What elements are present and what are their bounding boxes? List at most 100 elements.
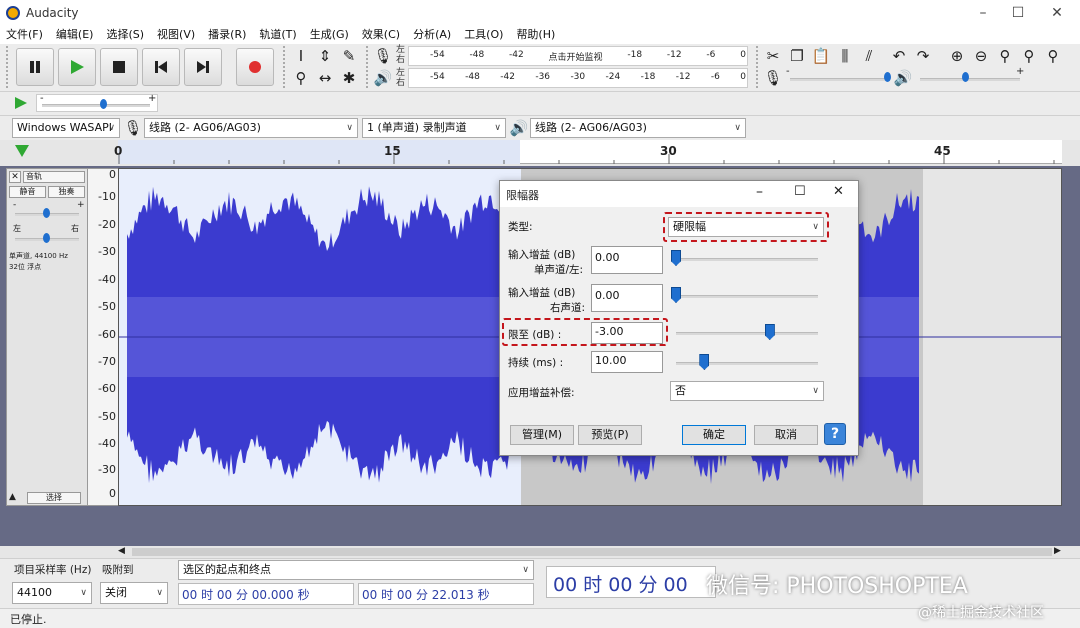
play-speed-track[interactable] (42, 104, 150, 107)
menu-effect[interactable]: 效果(C) (362, 26, 400, 44)
maximize-button[interactable]: ☐ (1001, 2, 1035, 24)
mono-left-gain-input[interactable]: 0.00 (591, 246, 663, 274)
microphone-icon[interactable]: 🎙 (372, 46, 394, 66)
manage-button[interactable]: 管理(M) (510, 425, 574, 445)
selection-start-time[interactable]: 00 时 00 分 00.000 秒 (178, 583, 354, 605)
limit-slider[interactable] (676, 332, 818, 335)
stop-button[interactable] (100, 48, 138, 86)
dialog-close-button[interactable]: ✕ (833, 184, 844, 199)
selection-tool-icon[interactable]: I (290, 46, 312, 66)
menu-transport[interactable]: 播录(R) (208, 26, 246, 44)
menu-select[interactable]: 选择(S) (106, 26, 144, 44)
edit-grip[interactable] (756, 46, 759, 88)
recording-device-select[interactable]: 线路 (2- AG06/AG03) ∨ (144, 118, 358, 138)
record-volume-thumb[interactable] (884, 72, 891, 82)
hscroll-thumb[interactable] (132, 548, 1052, 556)
right-gain-slider[interactable] (676, 295, 818, 298)
help-icon[interactable]: ? (824, 423, 846, 445)
zoom-in-icon[interactable]: ⊕ (946, 46, 968, 66)
dialog-maximize-button[interactable]: ☐ (794, 184, 806, 199)
menu-generate[interactable]: 生成(G) (310, 26, 349, 44)
play-at-speed-button[interactable] (14, 96, 28, 113)
record-volume-slider[interactable] (790, 78, 890, 81)
menu-tools[interactable]: 工具(O) (464, 26, 503, 44)
toolbar-grip[interactable] (6, 46, 9, 88)
paste-icon[interactable]: 📋 (810, 46, 832, 66)
selection-end-time[interactable]: 00 时 00 分 22.013 秒 (358, 583, 534, 605)
type-highlight-box (663, 212, 829, 242)
copy-icon[interactable]: ❐ (786, 46, 808, 66)
ok-button[interactable]: 确定 (682, 425, 746, 445)
dialog-minimize-button[interactable]: – (756, 184, 763, 200)
solo-button[interactable]: 独奏 (48, 186, 85, 198)
fit-selection-icon[interactable]: ⚲ (994, 46, 1016, 66)
multi-tool-icon[interactable]: ✱ (338, 68, 360, 88)
mono-left-gain-thumb[interactable] (671, 250, 681, 266)
track-name-menu[interactable]: 音轨 (23, 171, 85, 183)
redo-icon[interactable]: ↷ (912, 46, 934, 66)
right-gain-thumb[interactable] (671, 287, 681, 303)
menu-help[interactable]: 帮助(H) (516, 26, 555, 44)
skip-to-start-button[interactable] (142, 48, 180, 86)
timeline-options-button[interactable] (14, 144, 30, 161)
recording-channels-select[interactable]: 1 (单声道) 录制声道 ∨ (362, 118, 506, 138)
silence-icon[interactable]: ⫽ (858, 46, 880, 66)
scroll-right-icon[interactable]: ▶ (1054, 546, 1061, 556)
audio-host-select[interactable]: Windows WASAPI ∨ (12, 118, 120, 138)
hold-ms-input[interactable]: 10.00 (591, 351, 663, 373)
playback-volume-thumb[interactable] (962, 72, 969, 82)
menu-file[interactable]: 文件(F) (6, 26, 43, 44)
selection-mode-select[interactable]: 选区的起点和终点 ∨ (178, 560, 534, 580)
timeshift-tool-icon[interactable]: ↔ (314, 68, 336, 88)
timeline-ruler[interactable]: 0 15 30 45 (114, 140, 1062, 164)
audio-position-display[interactable]: 00 时 00 分 00 (546, 566, 716, 598)
snap-to-select[interactable]: 关闭 ∨ (100, 582, 168, 604)
meter-grip[interactable] (366, 46, 369, 88)
undo-icon[interactable]: ↶ (888, 46, 910, 66)
db-label: -60 (98, 382, 116, 395)
mute-button[interactable]: 静音 (9, 186, 46, 198)
play-speed-slider-box[interactable] (36, 94, 158, 112)
minimize-button[interactable]: – (966, 2, 1000, 24)
triangle-down-icon (15, 145, 29, 157)
trim-icon[interactable]: ⫼ (834, 46, 856, 66)
gain-thumb[interactable] (43, 208, 50, 218)
hold-thumb[interactable] (699, 354, 710, 370)
play-speed-thumb[interactable] (100, 99, 107, 109)
playback-volume-slider[interactable] (920, 78, 1020, 81)
right-gain-input[interactable]: 0.00 (591, 284, 663, 312)
fit-project-icon[interactable]: ⚲ (1018, 46, 1040, 66)
record-button[interactable] (236, 48, 274, 86)
zoom-toggle-icon[interactable]: ⚲ (1042, 46, 1064, 66)
cancel-button[interactable]: 取消 (754, 425, 818, 445)
close-window-button[interactable]: ✕ (1040, 2, 1074, 24)
mono-left-gain-slider[interactable] (676, 258, 818, 261)
envelope-tool-icon[interactable]: ⇕ (314, 46, 336, 66)
play-button[interactable] (58, 48, 96, 86)
draw-tool-icon[interactable]: ✎ (338, 46, 360, 66)
project-rate-select[interactable]: 44100 ∨ (12, 582, 92, 604)
menu-tracks[interactable]: 轨道(T) (259, 26, 296, 44)
cut-icon[interactable]: ✂ (762, 46, 784, 66)
scroll-left-icon[interactable]: ◀ (118, 546, 125, 556)
preview-button[interactable]: 预览(P) (578, 425, 642, 445)
tools-grip[interactable] (283, 46, 286, 88)
db-label: -40 (98, 273, 116, 286)
zoom-tool-icon[interactable]: ⚲ (290, 68, 312, 88)
playback-device-select[interactable]: 线路 (2- AG06/AG03) ∨ (530, 118, 746, 138)
pause-button[interactable] (16, 48, 54, 86)
watermark-sub: @稀土掘金技术社区 (918, 605, 1044, 621)
makeup-gain-select[interactable]: 否 ∨ (670, 381, 824, 401)
limit-thumb[interactable] (764, 324, 775, 340)
zoom-out-icon[interactable]: ⊖ (970, 46, 992, 66)
menu-view[interactable]: 视图(V) (157, 26, 195, 44)
hold-slider[interactable] (676, 362, 818, 365)
skip-to-end-button[interactable] (184, 48, 222, 86)
menu-analyze[interactable]: 分析(A) (413, 26, 451, 44)
pan-thumb[interactable] (43, 233, 50, 243)
collapse-track-button[interactable]: ▲ (9, 492, 16, 502)
select-track-button[interactable]: 选择 (27, 492, 81, 504)
menu-edit[interactable]: 编辑(E) (56, 26, 94, 44)
speaker-icon[interactable]: 🔊 (372, 68, 394, 88)
track-close-button[interactable]: ✕ (9, 171, 21, 183)
